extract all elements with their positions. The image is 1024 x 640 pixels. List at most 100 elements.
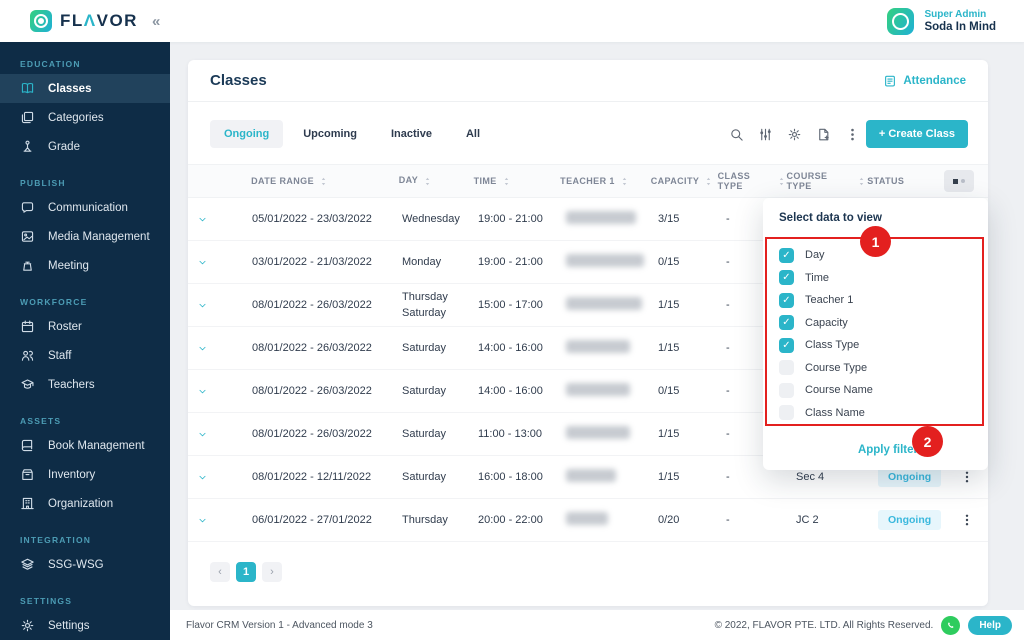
table-header-row: DATE RANGE DAY TIME TEACHER 1 CAPACITY CLASS … <box>188 164 988 198</box>
sidebar-item-categories[interactable]: Categories <box>0 103 170 132</box>
cell-time: 19:00 - 21:00 <box>478 256 543 268</box>
cell-capacity: 3/15 <box>658 213 680 225</box>
sidebar-item-organization[interactable]: Organization <box>0 489 170 518</box>
cell-time: 14:00 - 16:00 <box>478 385 543 397</box>
column-header-capacity[interactable]: CAPACITY <box>651 176 718 187</box>
cell-course-type: JC 2 <box>796 514 819 526</box>
unchecked-checkbox[interactable] <box>779 360 794 376</box>
chat-icon <box>20 200 35 215</box>
sidebar-section-assets: ASSETS <box>20 416 62 426</box>
cell-day: Thursday <box>402 513 448 526</box>
column-header-day[interactable]: DAY <box>399 174 474 188</box>
sidebar-item-classes[interactable]: Classes <box>0 74 170 103</box>
sidebar-item-roster[interactable]: Roster <box>0 312 170 341</box>
expand-row-icon[interactable] <box>197 472 214 483</box>
dropdown-options: ✓ Day ✓ Time ✓ Teacher 1 ✓ Capacity ✓ Class Type C… <box>763 232 988 432</box>
expand-row-icon[interactable] <box>197 386 214 397</box>
cell-time: 11:00 - 13:00 <box>478 428 543 440</box>
row-actions-kebab-icon[interactable] <box>960 470 974 484</box>
cell-capacity: 0/15 <box>658 385 680 397</box>
layers-icon <box>20 557 35 572</box>
dropdown-option-class-name[interactable]: Class Name <box>779 402 972 425</box>
column-header-teacher-1[interactable]: TEACHER 1 <box>560 176 651 187</box>
whatsapp-icon[interactable] <box>941 615 961 635</box>
sidebar-item-inventory[interactable]: Inventory <box>0 460 170 489</box>
gear-icon[interactable] <box>787 127 802 142</box>
dropdown-option-course-type[interactable]: Course Type <box>779 357 972 380</box>
sidebar-item-book-management[interactable]: Book Management <box>0 431 170 460</box>
column-header-course-type[interactable]: COURSE TYPE <box>787 171 868 191</box>
expand-row-icon[interactable] <box>197 429 214 440</box>
sidebar-item-communication[interactable]: Communication <box>0 193 170 222</box>
create-class-button[interactable]: + Create Class <box>865 120 968 148</box>
sort-icon <box>318 176 329 187</box>
cell-capacity: 1/15 <box>658 299 680 311</box>
user-menu[interactable]: Super Admin Soda In Mind <box>887 7 996 35</box>
dropdown-option-class-type[interactable]: ✓ Class Type <box>779 334 972 357</box>
column-header-status[interactable]: STATUS <box>867 176 944 186</box>
pagination-page-1[interactable]: 1 <box>236 562 256 582</box>
cell-teacher-redacted <box>566 512 658 528</box>
sidebar-item-settings[interactable]: Settings <box>0 611 170 640</box>
org-avatar-icon <box>887 7 915 35</box>
sidebar-item-media-management[interactable]: Media Management <box>0 222 170 251</box>
dropdown-option-capacity[interactable]: ✓ Capacity <box>779 312 972 335</box>
tab-all[interactable]: All <box>452 120 494 148</box>
help-button[interactable]: Help <box>968 615 1012 635</box>
top-bar: FLΛVOR « Super Admin Soda In Mind <box>0 0 1024 42</box>
dropdown-option-teacher-1[interactable]: ✓ Teacher 1 <box>779 289 972 312</box>
sidebar-item-meeting[interactable]: Meeting <box>0 251 170 280</box>
cell-date-range: 08/01/2022 - 26/03/2022 <box>252 299 372 311</box>
clipboard-icon <box>885 75 896 86</box>
expand-row-icon[interactable] <box>197 257 214 268</box>
checked-checkbox[interactable]: ✓ <box>779 247 794 263</box>
sidebar-item-ssg-wsg[interactable]: SSG-WSG <box>0 550 170 579</box>
sidebar-item-grade[interactable]: Grade <box>0 132 170 161</box>
pagination-next-button[interactable]: › <box>262 562 282 582</box>
sidebar-item-staff[interactable]: Staff <box>0 341 170 370</box>
checked-checkbox[interactable]: ✓ <box>779 270 794 286</box>
cell-teacher-redacted <box>566 211 658 227</box>
cell-capacity: 1/15 <box>658 428 680 440</box>
column-options-button[interactable] <box>944 170 974 192</box>
checked-checkbox[interactable]: ✓ <box>779 292 794 308</box>
collapse-sidebar-icon[interactable]: « <box>152 13 160 30</box>
cell-day: Saturday <box>402 470 447 483</box>
column-header-class-type[interactable]: CLASS TYPE <box>718 171 787 191</box>
attendance-link[interactable]: Attendance <box>883 74 966 88</box>
tab-inactive[interactable]: Inactive <box>377 120 446 148</box>
tab-upcoming[interactable]: Upcoming <box>289 120 371 148</box>
dropdown-option-day[interactable]: ✓ Day <box>779 244 972 267</box>
file-icon[interactable] <box>816 127 831 142</box>
media-icon <box>20 229 35 244</box>
unchecked-checkbox[interactable] <box>779 382 794 398</box>
sidebar-item-teachers[interactable]: Teachers <box>0 370 170 399</box>
cell-date-range: 08/01/2022 - 26/03/2022 <box>252 385 372 397</box>
unchecked-checkbox[interactable] <box>779 405 794 421</box>
expand-row-icon[interactable] <box>197 515 214 526</box>
dropdown-option-time[interactable]: ✓ Time <box>779 267 972 290</box>
expand-row-icon[interactable] <box>197 343 214 354</box>
checked-checkbox[interactable]: ✓ <box>779 337 794 353</box>
cell-teacher-redacted <box>566 469 658 485</box>
expand-row-icon[interactable] <box>197 214 214 225</box>
bookm-icon <box>20 438 35 453</box>
brand-logo[interactable]: FLΛVOR <box>0 10 138 32</box>
checked-checkbox[interactable]: ✓ <box>779 315 794 331</box>
tab-ongoing[interactable]: Ongoing <box>210 120 284 148</box>
pagination-prev-button[interactable]: ‹ <box>210 562 230 582</box>
expand-row-icon[interactable] <box>197 300 214 311</box>
meeting-icon <box>20 258 35 273</box>
column-header-date-range[interactable]: DATE RANGE <box>251 176 399 187</box>
search-icon[interactable] <box>729 127 744 142</box>
sliders-icon[interactable] <box>758 127 773 142</box>
row-actions-kebab-icon[interactable] <box>960 513 974 527</box>
dropdown-option-course-name[interactable]: Course Name <box>779 379 972 402</box>
apply-filter-link[interactable]: Apply filter <box>763 432 988 460</box>
user-role: Super Admin <box>924 9 987 20</box>
column-header-time[interactable]: TIME <box>474 176 561 187</box>
cell-time: 14:00 - 16:00 <box>478 342 543 354</box>
footer-copyright: © 2022, FLAVOR PTE. LTD. All Rights Rese… <box>714 619 934 631</box>
kebab-icon[interactable] <box>845 127 860 142</box>
staff-icon <box>20 348 35 363</box>
